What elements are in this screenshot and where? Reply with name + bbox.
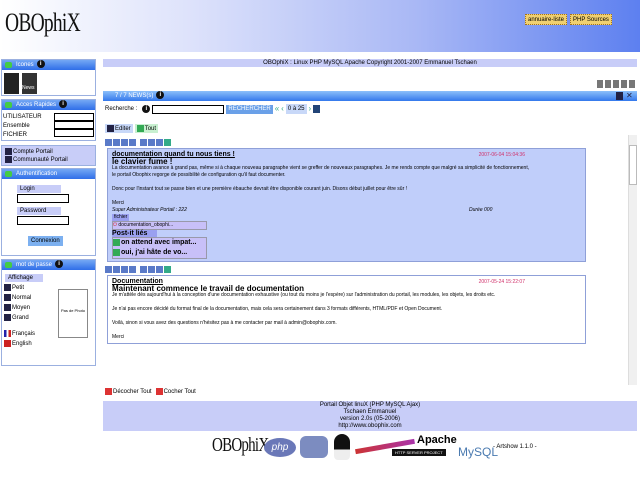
folder-icon [5, 156, 12, 164]
footer-logos: OBOphiX php Apache HTTP SERVER PROJECT M… [212, 434, 537, 460]
print-icon[interactable] [313, 105, 321, 113]
photo-placeholder: Pas de Photo [58, 289, 88, 338]
connexion-button[interactable]: Connexion [28, 236, 63, 246]
php-logo: php [264, 438, 296, 457]
add-icon[interactable] [616, 92, 623, 100]
info-icon[interactable]: i [156, 91, 165, 100]
layout-icons[interactable] [597, 80, 637, 88]
news-post: Documentation 2007-05-24 15:22:07 Mainte… [107, 275, 586, 344]
title-bar: OBOphiX : Linux PHP MySQL Apache Copyrig… [103, 59, 637, 67]
info-icon[interactable]: i [59, 100, 68, 109]
mot-de-passe-panel: mot de passe i Affichage Petit Normal Moy… [1, 259, 96, 366]
news-icon[interactable]: News [22, 73, 37, 94]
acces-rapides-panel: Acces Rapides i UTILISATEUR Ensemble FICH… [1, 99, 96, 141]
info-icon[interactable]: i [142, 105, 151, 113]
info-icon[interactable]: i [55, 260, 64, 269]
lang-francais[interactable]: Français [4, 329, 35, 339]
website-link[interactable]: http://www.obophix.com [103, 423, 637, 430]
postit-link[interactable]: on attend avec impat... [113, 238, 206, 248]
check-all-button[interactable]: Cocher Tout [155, 388, 196, 395]
post-toolbar[interactable] [105, 266, 626, 274]
first-page-icon[interactable]: « [275, 104, 279, 114]
folder-icon[interactable] [4, 73, 19, 94]
fichier-input[interactable] [54, 129, 94, 137]
scrollbar-thumb[interactable] [629, 145, 637, 185]
search-input[interactable] [152, 104, 225, 114]
lang-english[interactable]: English [4, 339, 35, 349]
prev-page-icon[interactable]: ‹ [281, 104, 284, 114]
page-indicator: 0 à 25 [285, 104, 307, 114]
size-grand[interactable]: Grand [4, 313, 35, 323]
search-row: Recherche :i RECHERCHER « ‹ 0 à 25 › [105, 104, 321, 114]
communaute-portail-link[interactable]: Communauté Portail [5, 156, 92, 164]
post-toolbar[interactable] [105, 139, 626, 147]
mysql-logo: MySQL [458, 445, 499, 459]
news-bar: 7 / 7 NEWS(s) i ✕ [103, 91, 637, 101]
footer: Portail Objet linuX (PHP MySQL Ajax) Tsc… [103, 401, 637, 431]
info-icon[interactable]: i [36, 60, 45, 69]
annuaire-button[interactable]: annuaire-liste [525, 14, 568, 25]
attachment-link[interactable]: ⏻ documentation_obophi... [112, 221, 207, 230]
tout-button[interactable]: Tout [134, 124, 159, 134]
close-icon[interactable]: ✕ [626, 92, 634, 100]
edit-toolbar: Editer Tout [105, 124, 159, 134]
size-moyen[interactable]: Moyen [4, 303, 35, 313]
news-post: documentation quand tu nous tiens ! 2007… [107, 148, 586, 262]
scrollbar[interactable] [628, 135, 637, 385]
compte-portail-link[interactable]: Compte Portail [5, 148, 92, 156]
pear-logo [300, 436, 328, 458]
login-input[interactable] [17, 194, 69, 203]
tux-logo [334, 434, 350, 460]
obophix-footer-logo: OBOphiX [212, 434, 269, 456]
uncheck-all-button[interactable]: Décocher Tout [105, 388, 152, 395]
next-page-icon[interactable]: › [309, 104, 312, 114]
postit-link[interactable]: oui, j'ai hâte de vo... [113, 248, 206, 258]
authentification-panel: Authentification Login Password Connexio… [1, 168, 96, 256]
php-sources-button[interactable]: PHP Sources [570, 14, 612, 25]
password-input[interactable] [17, 216, 69, 225]
search-button[interactable]: RECHERCHER [226, 104, 273, 114]
ensemble-input[interactable] [54, 121, 94, 129]
flag-fr-icon [4, 329, 11, 337]
size-normal[interactable]: Normal [4, 293, 35, 303]
news-list: documentation quand tu nous tiens ! 2007… [103, 135, 626, 385]
editer-button[interactable]: Editer [105, 124, 133, 134]
icones-panel: Icones i News [1, 59, 96, 96]
obophix-logo: OBOphiX [5, 8, 81, 37]
folder-icon [5, 148, 12, 155]
header: OBOphiX annuaire-liste PHP Sources [0, 0, 640, 52]
apache-logo: Apache [417, 434, 457, 446]
links-panel: Compte Portail Communauté Portail [1, 145, 96, 166]
flag-uk-icon [4, 339, 11, 347]
utilisateur-input[interactable] [54, 113, 94, 121]
size-petit[interactable]: Petit [4, 283, 35, 293]
